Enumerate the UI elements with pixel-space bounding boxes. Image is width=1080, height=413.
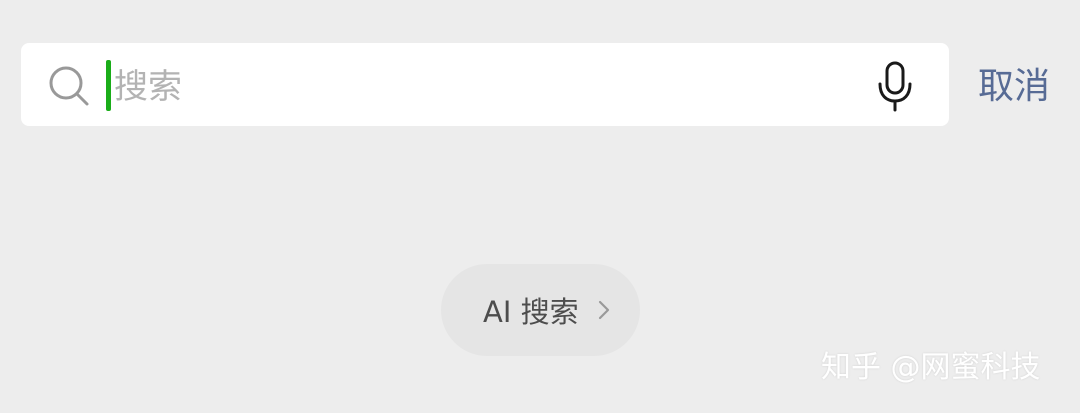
ai-search-button[interactable]: AI 搜索 xyxy=(441,264,640,356)
text-cursor xyxy=(106,60,111,111)
cancel-button[interactable]: 取消 xyxy=(978,62,1050,112)
watermark: 知乎 @网蜜科技 xyxy=(821,350,1041,385)
chevron-right-icon xyxy=(598,300,609,320)
search-input[interactable] xyxy=(114,62,854,112)
search-icon xyxy=(49,66,89,106)
mic-icon[interactable] xyxy=(875,60,915,112)
ai-search-label: AI 搜索 xyxy=(483,295,579,329)
